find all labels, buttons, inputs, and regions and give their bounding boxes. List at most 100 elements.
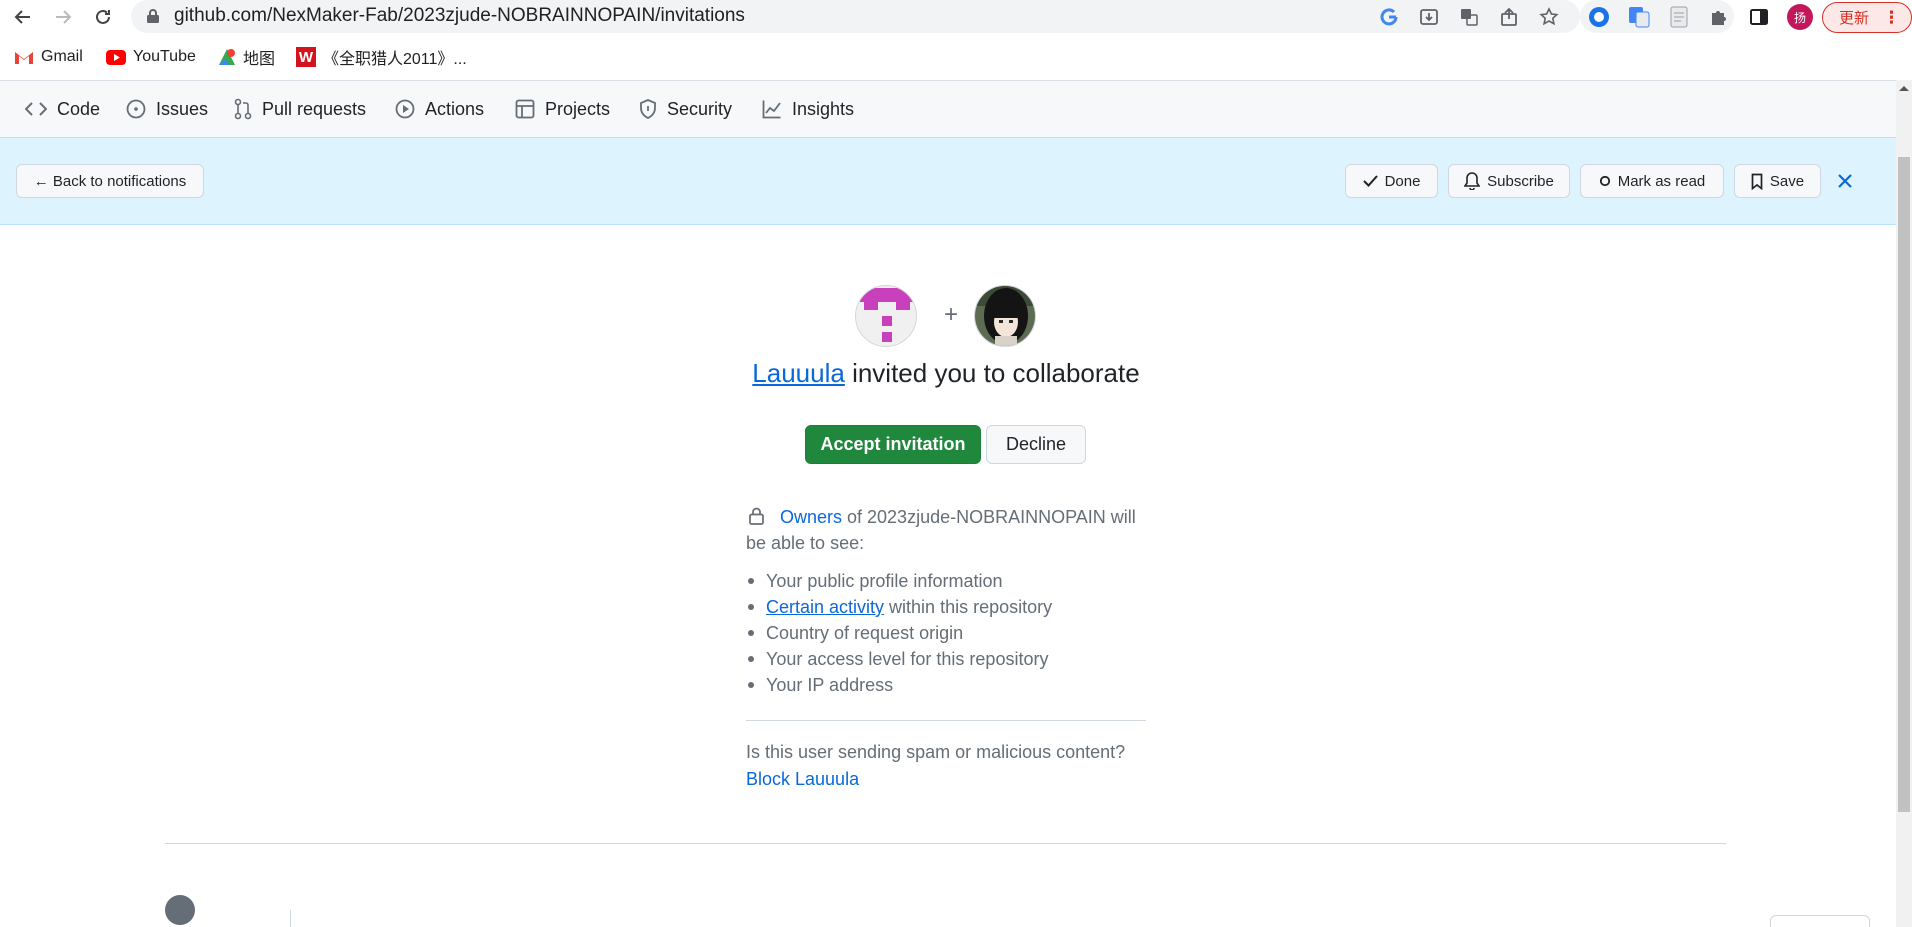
invitation-heading: Lauuula invited you to collaborate (0, 358, 1892, 389)
tab-label: Pull requests (262, 98, 367, 119)
share-icon[interactable] (1496, 4, 1522, 30)
anime-avatar-image (975, 286, 1035, 346)
extension-globe-icon[interactable] (1586, 4, 1612, 30)
side-panel-icon[interactable] (1746, 4, 1772, 30)
footer-button[interactable] (1770, 915, 1870, 927)
lock-icon[interactable] (146, 8, 160, 24)
subscribe-button[interactable]: Subscribe (1448, 164, 1570, 198)
user-avatar[interactable] (974, 285, 1036, 347)
permission-text: Country of request origin (766, 623, 964, 643)
footer-logo-icon[interactable] (165, 895, 195, 925)
done-button[interactable]: Done (1345, 164, 1438, 198)
menu-dots-icon: ⋮ (1883, 7, 1901, 27)
back-to-notifications-button[interactable]: ← Back to notifications (16, 164, 204, 198)
forward-arrow-icon[interactable] (50, 4, 76, 30)
bookmark-youtube[interactable]: YouTube (106, 44, 196, 70)
close-icon[interactable] (1834, 170, 1856, 192)
url-text[interactable]: github.com/NexMaker-Fab/2023zjude-NOBRAI… (174, 5, 745, 27)
permission-text: Your access level for this repository (766, 649, 1049, 669)
permission-text: Your public profile information (766, 571, 1003, 591)
tab-insights[interactable]: Insights (762, 94, 854, 124)
footer-divider (165, 843, 1726, 844)
profile-avatar[interactable]: 扬 (1787, 4, 1813, 30)
tab-label: Insights (792, 98, 855, 119)
permission-text: within this repository (884, 597, 1053, 617)
youtube-icon (106, 49, 126, 65)
tab-code[interactable]: Code (25, 94, 100, 124)
plus-sign: + (944, 301, 959, 328)
translate-icon[interactable] (1456, 4, 1482, 30)
update-label: 更新 (1839, 10, 1870, 27)
puzzle-icon[interactable] (1706, 4, 1732, 30)
tab-projects[interactable]: Projects (515, 94, 610, 124)
save-label: Save (1769, 172, 1805, 190)
tab-security[interactable]: Security (639, 94, 732, 124)
code-icon (25, 100, 47, 118)
play-icon (395, 99, 415, 119)
block-user-link[interactable]: Block Lauuula (746, 769, 859, 790)
gmail-icon (14, 50, 34, 65)
bookmark-label: 地图 (243, 51, 276, 68)
accept-invitation-button[interactable]: Accept invitation (805, 425, 981, 464)
google-icon[interactable] (1376, 4, 1402, 30)
scroll-up-arrow-icon[interactable] (1898, 83, 1910, 93)
mark-as-read-button[interactable]: Mark as read (1580, 164, 1724, 198)
check-icon (1362, 175, 1378, 187)
footer-separator (290, 910, 291, 927)
identicon-image (860, 288, 914, 342)
bookmarks-bar (0, 40, 1912, 74)
owners-visibility-note: Owners of 2023zjude-NOBRAINNOPAIN will b… (746, 504, 1156, 556)
list-item: Country of request origin (746, 620, 1156, 646)
bookmark-maps[interactable]: 地图 (218, 44, 275, 70)
save-button[interactable]: Save (1734, 164, 1821, 198)
bookmark-label: Gmail (41, 48, 83, 65)
list-item: Your IP address (746, 672, 1156, 698)
bookmark-label: YouTube (133, 48, 196, 65)
pull-request-icon (234, 98, 252, 120)
subscribe-label: Subscribe (1487, 172, 1554, 190)
list-item: Certain activity within this repository (746, 594, 1156, 620)
divider (746, 720, 1146, 721)
mark-as-read-label: Mark as read (1617, 172, 1706, 190)
shield-icon (639, 99, 657, 119)
bookmark-star-icon[interactable] (1536, 4, 1562, 30)
tab-label: Projects (545, 98, 611, 119)
owners-link[interactable]: Owners (780, 507, 842, 527)
certain-activity-link[interactable]: Certain activity (766, 594, 884, 620)
list-item: Your access level for this repository (746, 646, 1156, 672)
bell-icon (1464, 172, 1481, 190)
bookmark-label: 《全职猎人2011》... (323, 51, 467, 68)
permissions-list: Your public profile information Certain … (746, 568, 1156, 698)
reload-icon[interactable] (90, 4, 116, 30)
google-translate-icon[interactable] (1626, 4, 1652, 30)
bookmark-icon (1751, 173, 1763, 190)
tab-label: Issues (156, 98, 209, 119)
list-item: Your public profile information (746, 568, 1156, 594)
tab-label: Actions (425, 98, 485, 119)
permission-text: Your IP address (766, 675, 894, 695)
decline-button[interactable]: Decline (986, 425, 1086, 464)
reader-icon[interactable] (1666, 4, 1692, 30)
tab-pull-requests[interactable]: Pull requests (234, 94, 366, 124)
issues-icon (126, 99, 146, 119)
done-label: Done (1384, 172, 1421, 190)
tab-label: Security (667, 98, 733, 119)
w-icon: W (296, 47, 316, 67)
graph-icon (762, 99, 782, 119)
dot-icon (1599, 175, 1611, 187)
bookmark-gmail[interactable]: Gmail (14, 44, 83, 70)
inviter-avatar[interactable] (855, 285, 917, 347)
scrollbar-thumb[interactable] (1898, 157, 1910, 812)
tab-issues[interactable]: Issues (126, 94, 208, 124)
bookmark-hunter[interactable]: W 《全职猎人2011》... (296, 44, 467, 70)
install-icon[interactable] (1416, 4, 1442, 30)
tab-actions[interactable]: Actions (395, 94, 484, 124)
table-icon (515, 99, 535, 119)
inviter-link[interactable]: Lauuula (752, 358, 845, 388)
update-button[interactable]: 更新 ⋮ (1822, 2, 1912, 33)
spam-question: Is this user sending spam or malicious c… (746, 742, 1126, 762)
tab-label: Code (57, 98, 101, 119)
heading-text: invited you to collaborate (844, 358, 1140, 388)
maps-icon (218, 48, 236, 66)
back-arrow-icon[interactable] (10, 4, 36, 30)
